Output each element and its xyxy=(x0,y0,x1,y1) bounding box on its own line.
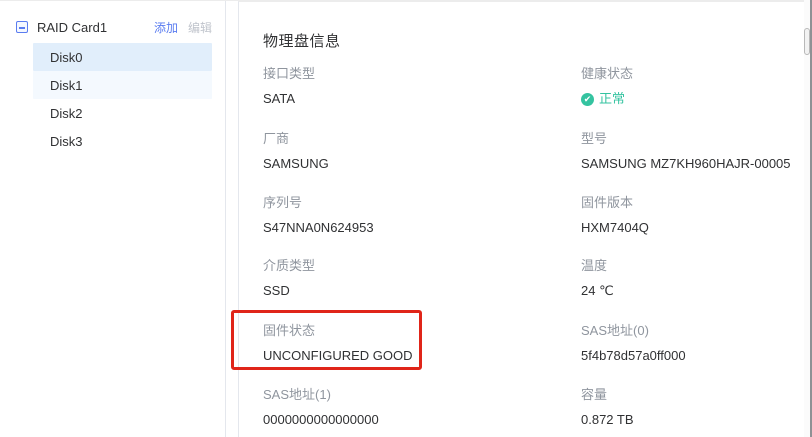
field-value: SSD xyxy=(263,282,563,300)
field-value: 5f4b78d57a0ff000 xyxy=(581,347,812,365)
sidebar-item-disk2[interactable]: Disk2 xyxy=(33,99,212,127)
field-vendor: 厂商 SAMSUNG xyxy=(263,130,563,173)
collapse-minus-icon[interactable] xyxy=(16,21,28,33)
field-temperature: 温度 24 ℃ xyxy=(581,257,812,300)
field-value: SAMSUNG MZ7KH960HAJR-00005 xyxy=(581,155,812,173)
field-label: 序列号 xyxy=(263,194,563,212)
raid-card-label: RAID Card1 xyxy=(37,20,107,35)
field-label: 健康状态 xyxy=(581,65,812,83)
field-health-status: 健康状态 ✔ 正常 xyxy=(581,65,812,108)
field-label: 介质类型 xyxy=(263,257,563,275)
field-interface-type: 接口类型 SATA xyxy=(263,65,563,108)
field-label: 温度 xyxy=(581,257,812,275)
page-title: 物理盘信息 xyxy=(263,30,341,51)
field-firmware-version: 固件版本 HXM7404Q xyxy=(581,194,812,237)
field-value: S47NNA0N624953 xyxy=(263,219,563,237)
add-link[interactable]: 添加 xyxy=(154,19,178,36)
field-label: SAS地址(1) xyxy=(263,386,563,404)
field-capacity: 容量 0.872 TB xyxy=(581,386,812,429)
sidebar-item-disk0[interactable]: Disk0 xyxy=(33,43,212,71)
field-value: ✔ 正常 xyxy=(581,90,812,108)
field-label: 固件版本 xyxy=(581,194,812,212)
field-label: 型号 xyxy=(581,130,812,148)
field-value: 0.872 TB xyxy=(581,411,812,429)
field-model: 型号 SAMSUNG MZ7KH960HAJR-00005 xyxy=(581,130,812,173)
field-sas-address-1: SAS地址(1) 0000000000000000 xyxy=(263,386,563,429)
field-label: 固件状态 xyxy=(263,322,563,340)
field-value: HXM7404Q xyxy=(581,219,812,237)
raid-tree-sidebar: RAID Card1 添加 编辑 Disk0 Disk1 Disk2 Disk3 xyxy=(0,1,226,437)
field-value: UNCONFIGURED GOOD xyxy=(263,347,563,365)
field-value: SATA xyxy=(263,90,563,108)
sidebar-item-disk1[interactable]: Disk1 xyxy=(33,71,212,99)
field-label: 接口类型 xyxy=(263,65,563,83)
physical-disk-info-panel: 物理盘信息 接口类型 SATA 健康状态 ✔ 正常 厂商 SAMSUNG 型号 … xyxy=(238,1,806,437)
field-label: 厂商 xyxy=(263,130,563,148)
field-value: 24 ℃ xyxy=(581,282,812,300)
tree-node-raid-card[interactable]: RAID Card1 添加 编辑 xyxy=(0,14,226,40)
field-sas-address-0: SAS地址(0) 5f4b78d57a0ff000 xyxy=(581,322,812,365)
disk-list: Disk0 Disk1 Disk2 Disk3 xyxy=(0,43,226,155)
field-value: 0000000000000000 xyxy=(263,411,563,429)
field-value: SAMSUNG xyxy=(263,155,563,173)
field-media-type: 介质类型 SSD xyxy=(263,257,563,300)
field-label: 容量 xyxy=(581,386,812,404)
edit-link[interactable]: 编辑 xyxy=(188,19,212,36)
field-label: SAS地址(0) xyxy=(581,322,812,340)
field-firmware-state: 固件状态 UNCONFIGURED GOOD xyxy=(263,322,563,365)
check-circle-icon: ✔ xyxy=(581,93,594,106)
sidebar-item-disk3[interactable]: Disk3 xyxy=(33,127,212,155)
field-serial-number: 序列号 S47NNA0N624953 xyxy=(263,194,563,237)
health-status-text: 正常 xyxy=(599,90,625,108)
